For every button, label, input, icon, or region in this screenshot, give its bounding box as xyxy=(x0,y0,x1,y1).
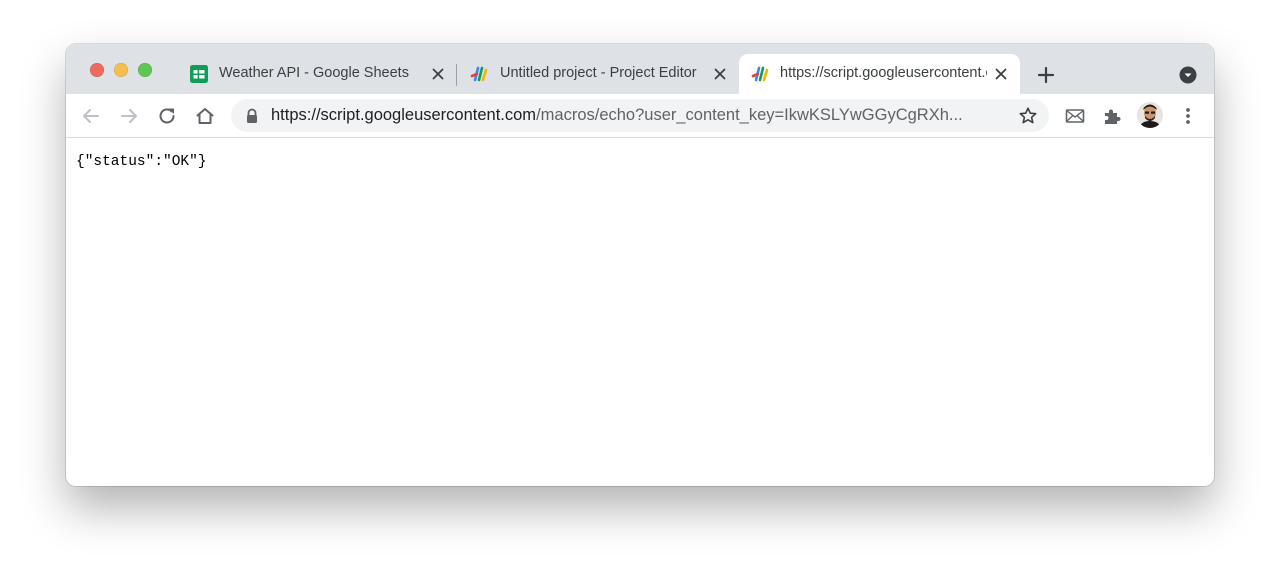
new-tab-icon[interactable] xyxy=(1034,63,1058,87)
mail-extension-icon[interactable] xyxy=(1063,104,1087,128)
lock-icon[interactable] xyxy=(245,108,259,124)
avatar-image xyxy=(1137,102,1163,128)
close-tab-icon[interactable] xyxy=(428,64,448,84)
url-host: https://script.googleusercontent.com xyxy=(271,106,537,124)
extensions-puzzle-icon[interactable] xyxy=(1101,104,1125,128)
tab-title: Weather API - Google Sheets xyxy=(219,65,409,81)
url-path: /macros/echo?user_content_key=IkwKSLYwGG… xyxy=(536,106,963,124)
bookmark-star-icon[interactable] xyxy=(1018,106,1038,126)
tab-untitled-project[interactable]: Untitled project - Project Editor xyxy=(470,54,732,94)
tab-weather-api[interactable]: Weather API - Google Sheets xyxy=(189,54,449,94)
browser-window: Weather API - Google Sheets Untitled pro… xyxy=(66,44,1214,486)
reload-icon[interactable] xyxy=(155,104,179,128)
forward-icon[interactable] xyxy=(117,104,141,128)
window-close-button[interactable] xyxy=(90,63,104,77)
apps-script-icon xyxy=(751,66,769,82)
url-text[interactable]: https://script.googleusercontent.com/mac… xyxy=(271,106,1001,125)
tab-search-icon[interactable] xyxy=(1178,65,1198,85)
close-tab-icon[interactable] xyxy=(710,64,730,84)
close-tab-icon[interactable] xyxy=(991,64,1011,84)
tab-separator xyxy=(456,64,457,86)
tab-title: Untitled project - Project Editor xyxy=(500,65,697,81)
browser-toolbar: https://script.googleusercontent.com/mac… xyxy=(66,94,1214,138)
tab-title: https://script.googleusercontent.com xyxy=(780,65,987,81)
window-zoom-button[interactable] xyxy=(138,63,152,77)
profile-avatar[interactable] xyxy=(1137,102,1163,128)
json-response-text: {"status":"OK"} xyxy=(76,154,207,170)
tab-script-googleusercontent[interactable]: https://script.googleusercontent.com xyxy=(739,54,1020,94)
window-minimize-button[interactable] xyxy=(114,63,128,77)
address-bar[interactable]: https://script.googleusercontent.com/mac… xyxy=(231,99,1049,132)
google-sheets-icon xyxy=(190,65,208,83)
home-icon[interactable] xyxy=(193,104,217,128)
back-icon[interactable] xyxy=(79,104,103,128)
menu-kebab-icon[interactable] xyxy=(1176,104,1200,128)
page-content: {"status":"OK"} xyxy=(66,138,1214,486)
tab-strip: Weather API - Google Sheets Untitled pro… xyxy=(66,44,1214,94)
apps-script-icon xyxy=(470,66,488,82)
